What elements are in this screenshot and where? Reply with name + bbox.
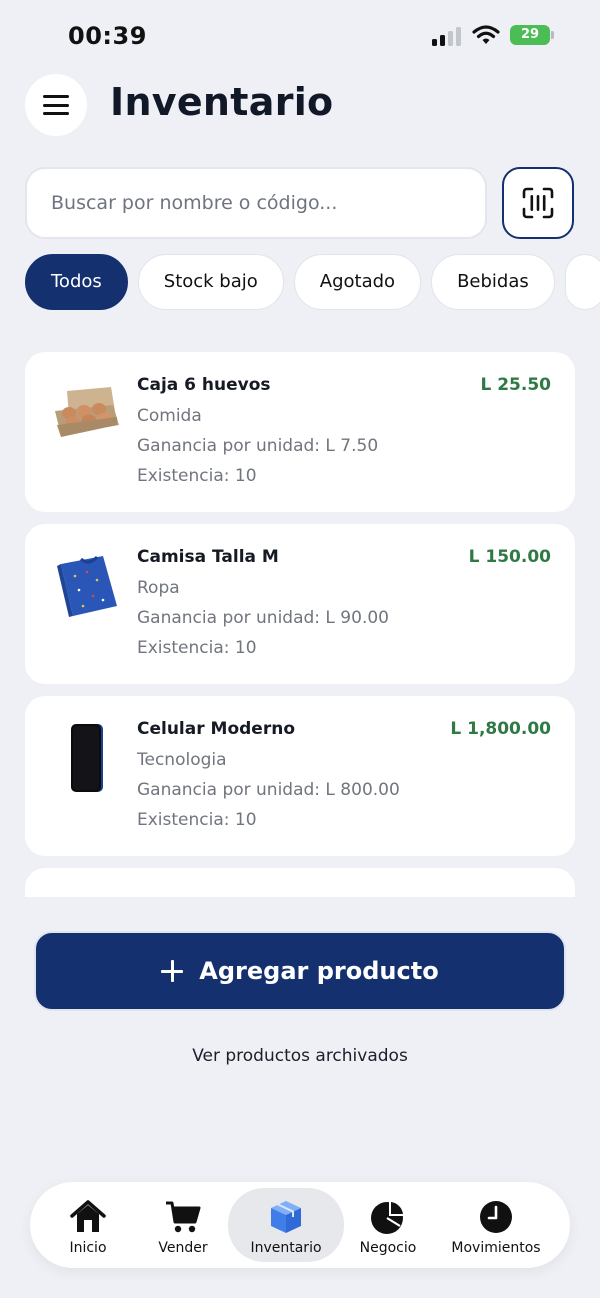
filter-chip-more[interactable] [564,254,600,310]
product-image-egg-carton [47,374,127,454]
product-name: Celular Moderno [137,719,295,739]
nav-label: Inventario [250,1240,322,1256]
product-card[interactable]: Camisa Talla M L 150.00 Ropa Ganancia po… [25,524,575,684]
archived-products-link[interactable]: Ver productos archivados [0,1046,600,1066]
product-card[interactable]: Celular Moderno L 1,800.00 Tecnologia Ga… [25,696,575,856]
product-profit: Ganancia por unidad: L 7.50 [137,436,379,456]
battery-indicator: 29 [510,25,550,45]
nav-label: Vender [158,1240,208,1256]
pie-chart-icon [368,1198,408,1236]
product-stock: Existencia: 10 [137,466,257,486]
filter-chip-agotado[interactable]: Agotado [293,254,422,310]
product-name: Camisa Talla M [137,547,279,567]
product-name: Caja 6 huevos [137,375,271,395]
wifi-icon [472,25,500,44]
nav-item-movimientos[interactable]: Movimientos [440,1188,552,1262]
plus-icon [161,960,184,982]
cellular-signal-icon [432,26,464,46]
product-price: L 25.50 [480,375,551,395]
page-title: Inventario [110,80,334,124]
product-stock: Existencia: 10 [137,638,257,658]
add-product-label: Agregar producto [199,957,439,985]
filter-chip-stock-bajo[interactable]: Stock bajo [137,254,284,310]
hamburger-icon [43,95,69,115]
menu-button[interactable] [25,74,87,136]
product-category: Comida [137,406,202,426]
search-input[interactable] [51,192,461,214]
nav-item-inventario[interactable]: Inventario [228,1188,344,1262]
clock-icon [476,1198,516,1236]
product-stock: Existencia: 10 [137,810,257,830]
bottom-navigation: Inicio Vender Inventario Negocio Movimie… [30,1182,570,1268]
product-price: L 150.00 [468,547,551,567]
box-icon [266,1198,306,1236]
product-profit: Ganancia por unidad: L 800.00 [137,780,400,800]
product-image-blue-shirt [47,546,127,626]
filter-chip-bebidas[interactable]: Bebidas [431,254,555,310]
scan-barcode-button[interactable] [502,167,574,239]
nav-label: Inicio [69,1240,107,1256]
nav-label: Negocio [359,1240,417,1256]
product-category: Tecnologia [137,750,227,770]
status-time: 00:39 [68,22,147,50]
product-card[interactable]: Caja 6 huevos L 25.50 Comida Ganancia po… [25,352,575,512]
product-profit: Ganancia por unidad: L 90.00 [137,608,389,628]
filter-chips: Todos Stock bajo Agotado Bebidas [25,254,600,310]
cart-icon [163,1198,203,1236]
battery-tip [551,31,554,39]
product-list: Caja 6 huevos L 25.50 Comida Ganancia po… [25,352,575,897]
product-price: L 1,800.00 [450,719,551,739]
barcode-scan-icon [522,187,554,219]
filter-chip-todos[interactable]: Todos [25,254,128,310]
product-card-partial[interactable] [25,868,575,897]
product-image-smartphone [47,718,127,798]
nav-item-inicio[interactable]: Inicio [48,1188,128,1262]
product-category: Ropa [137,578,180,598]
nav-item-negocio[interactable]: Negocio [348,1188,428,1262]
nav-label: Movimientos [451,1240,541,1256]
add-product-button[interactable]: Agregar producto [34,931,566,1011]
status-bar: 00:39 29 [0,0,600,70]
home-icon [68,1198,108,1236]
nav-item-vender[interactable]: Vender [143,1188,223,1262]
search-box[interactable] [25,167,487,239]
